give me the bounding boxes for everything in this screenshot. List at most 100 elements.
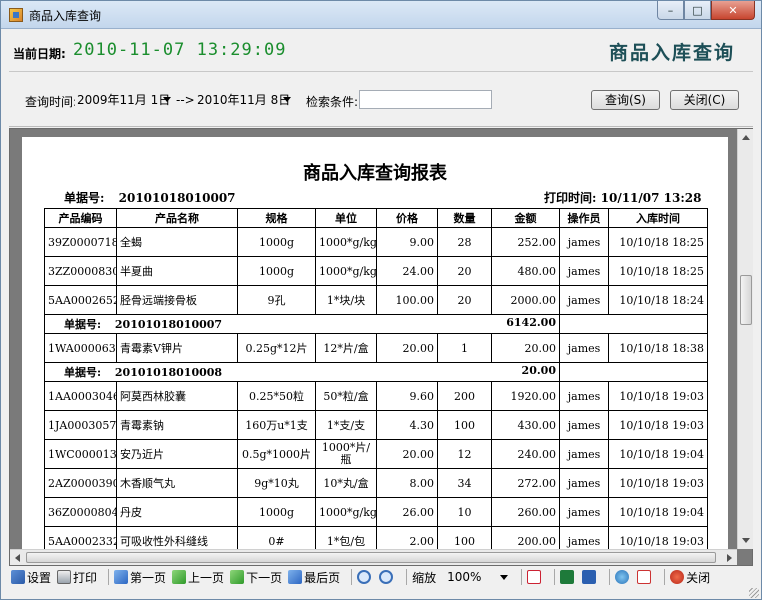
- cell-operator: james: [559, 410, 609, 440]
- date-to-picker[interactable]: 2010年11月 8日: [195, 90, 293, 110]
- cell-unit: 10*丸/盒: [315, 468, 377, 498]
- vertical-scroll-thumb[interactable]: [740, 275, 752, 325]
- doc-no-value: 20101018010007: [118, 191, 236, 205]
- print-button[interactable]: 打印: [57, 569, 97, 586]
- cell-amount: 2000.00: [491, 285, 560, 315]
- vertical-scrollbar[interactable]: [737, 129, 753, 549]
- scroll-left-icon[interactable]: [15, 554, 20, 562]
- scroll-down-icon[interactable]: [742, 538, 750, 543]
- toolbar-close-button[interactable]: 关闭: [670, 569, 710, 586]
- export-word-button[interactable]: [582, 570, 598, 584]
- cell-time: 10/10/18 18:24: [608, 285, 708, 315]
- cell-name: 青霉素钠: [116, 410, 238, 440]
- cell-time: 10/10/18 19:03: [608, 381, 708, 411]
- cell-price: 100.00: [376, 285, 438, 315]
- zoom-select[interactable]: 100%: [444, 569, 510, 585]
- toolbar-close-label: 关闭: [686, 570, 711, 585]
- next-page-button[interactable]: 下一页: [230, 569, 282, 586]
- cell-spec: 160万u*1支: [237, 410, 316, 440]
- zoom-out-icon: [379, 570, 394, 584]
- report-viewer[interactable]: 商品入库查询报表 单据号: 20101018010007 打印时间: 10/11…: [9, 128, 753, 566]
- column-header: 入库时间: [608, 208, 708, 228]
- search-button[interactable]: 查询(S): [591, 90, 660, 110]
- subtotal-row: 单据号: 20101018010008 20.00: [44, 362, 708, 382]
- maximize-icon: □: [692, 3, 703, 17]
- first-page-button[interactable]: 第一页: [114, 569, 166, 586]
- toolbar-separator: [664, 569, 666, 585]
- cell-qty: 1: [437, 333, 492, 363]
- settings-label: 设置: [27, 570, 52, 585]
- next-page-label: 下一页: [246, 570, 283, 585]
- arrow-left-icon: [172, 570, 187, 584]
- close-window-button[interactable]: ✕: [711, 1, 755, 20]
- cell-code: 36Z0000804: [44, 497, 117, 527]
- cell-unit: 1000*片/瓶: [315, 439, 377, 469]
- doc-no-label: 单据号:: [64, 191, 105, 205]
- cell-price: 26.00: [376, 497, 438, 527]
- zoom-label: 缩放: [412, 570, 437, 585]
- cell-unit: 1*块/块: [315, 285, 377, 315]
- zoom-out-button[interactable]: [379, 570, 395, 584]
- cell-operator: james: [559, 333, 609, 363]
- column-header: 金额: [491, 208, 560, 228]
- report-page: 商品入库查询报表 单据号: 20101018010007 打印时间: 10/11…: [22, 137, 728, 557]
- export-excel-button[interactable]: [560, 570, 576, 584]
- subtotal-total: 20.00: [521, 364, 556, 377]
- search-condition-input[interactable]: [359, 90, 492, 109]
- cell-unit: 1000*g/kg: [315, 256, 377, 286]
- column-header: 单位: [315, 208, 377, 228]
- table-row: 39Z0000718 全蝎 1000g 1000*g/kg 9.00 28 25…: [44, 227, 708, 257]
- prev-page-button[interactable]: 上一页: [172, 569, 224, 586]
- header-panel: 当前日期: 2010-11-07 13:29:09 商品入库查询: [9, 30, 753, 72]
- cell-price: 24.00: [376, 256, 438, 286]
- cell-name: 全蝎: [116, 227, 238, 257]
- cell-operator: james: [559, 285, 609, 315]
- cell-code: 1WC0000132: [44, 439, 117, 469]
- export-image-button[interactable]: [637, 570, 653, 584]
- cell-qty: 20: [437, 285, 492, 315]
- column-header: 价格: [376, 208, 438, 228]
- image-icon: [637, 570, 652, 584]
- cell-price: 20.00: [376, 333, 438, 363]
- date-from-value: 2009年11月 1日: [77, 93, 171, 107]
- current-date-label: 当前日期:: [13, 47, 66, 61]
- prev-page-label: 上一页: [188, 570, 225, 585]
- last-page-button[interactable]: 最后页: [288, 569, 340, 586]
- cell-qty: 200: [437, 381, 492, 411]
- cell-amount: 480.00: [491, 256, 560, 286]
- cell-unit: 1*支/支: [315, 410, 377, 440]
- report-table: 产品编码 产品名称 规格 单位 价格 数量 金额 操作员 入库时间 39Z000…: [44, 208, 708, 556]
- scroll-right-icon[interactable]: [727, 554, 732, 562]
- export-pdf-button[interactable]: [527, 570, 543, 584]
- print-time-header: 打印时间: 10/11/07 13:28: [544, 189, 702, 206]
- window-controls: – □ ✕: [657, 1, 755, 20]
- resize-grip-icon[interactable]: [749, 588, 759, 598]
- close-icon: ✕: [728, 3, 738, 17]
- table-row: 36Z0000804 丹皮 1000g 1000*g/kg 26.00 10 2…: [44, 497, 708, 527]
- horizontal-scroll-thumb[interactable]: [26, 552, 716, 563]
- cell-name: 青霉素V钾片: [116, 333, 238, 363]
- close-button[interactable]: 关闭(C): [670, 90, 739, 110]
- subtotal-empty: [559, 314, 708, 334]
- cell-time: 10/10/18 18:25: [608, 256, 708, 286]
- scroll-up-icon[interactable]: [742, 135, 750, 140]
- cell-amount: 1920.00: [491, 381, 560, 411]
- maximize-button[interactable]: □: [684, 1, 711, 20]
- cell-amount: 260.00: [491, 497, 560, 527]
- cell-qty: 28: [437, 227, 492, 257]
- minimize-button[interactable]: –: [657, 1, 684, 20]
- cell-qty: 20: [437, 256, 492, 286]
- table-row: 5AA0002652 胫骨远端接骨板 9孔 1*块/块 100.00 20 20…: [44, 285, 708, 315]
- current-date-value: 2010-11-07 13:29:09: [73, 40, 287, 60]
- export-html-button[interactable]: [615, 570, 631, 584]
- title-bar[interactable]: 商品入库查询 – □ ✕: [1, 1, 761, 29]
- date-from-picker[interactable]: 2009年11月 1日: [75, 90, 173, 110]
- cell-code: 1WA0000634: [44, 333, 117, 363]
- cell-spec: 0.25g*12片: [237, 333, 316, 363]
- horizontal-scrollbar[interactable]: [10, 549, 737, 565]
- last-page-label: 最后页: [304, 570, 341, 585]
- main-window: 商品入库查询 – □ ✕ 当前日期: 2010-11-07 13:29:09 商…: [0, 0, 762, 600]
- zoom-in-button[interactable]: [357, 570, 373, 584]
- subtotal-label: 单据号:: [64, 318, 102, 331]
- settings-button[interactable]: 设置: [11, 569, 51, 586]
